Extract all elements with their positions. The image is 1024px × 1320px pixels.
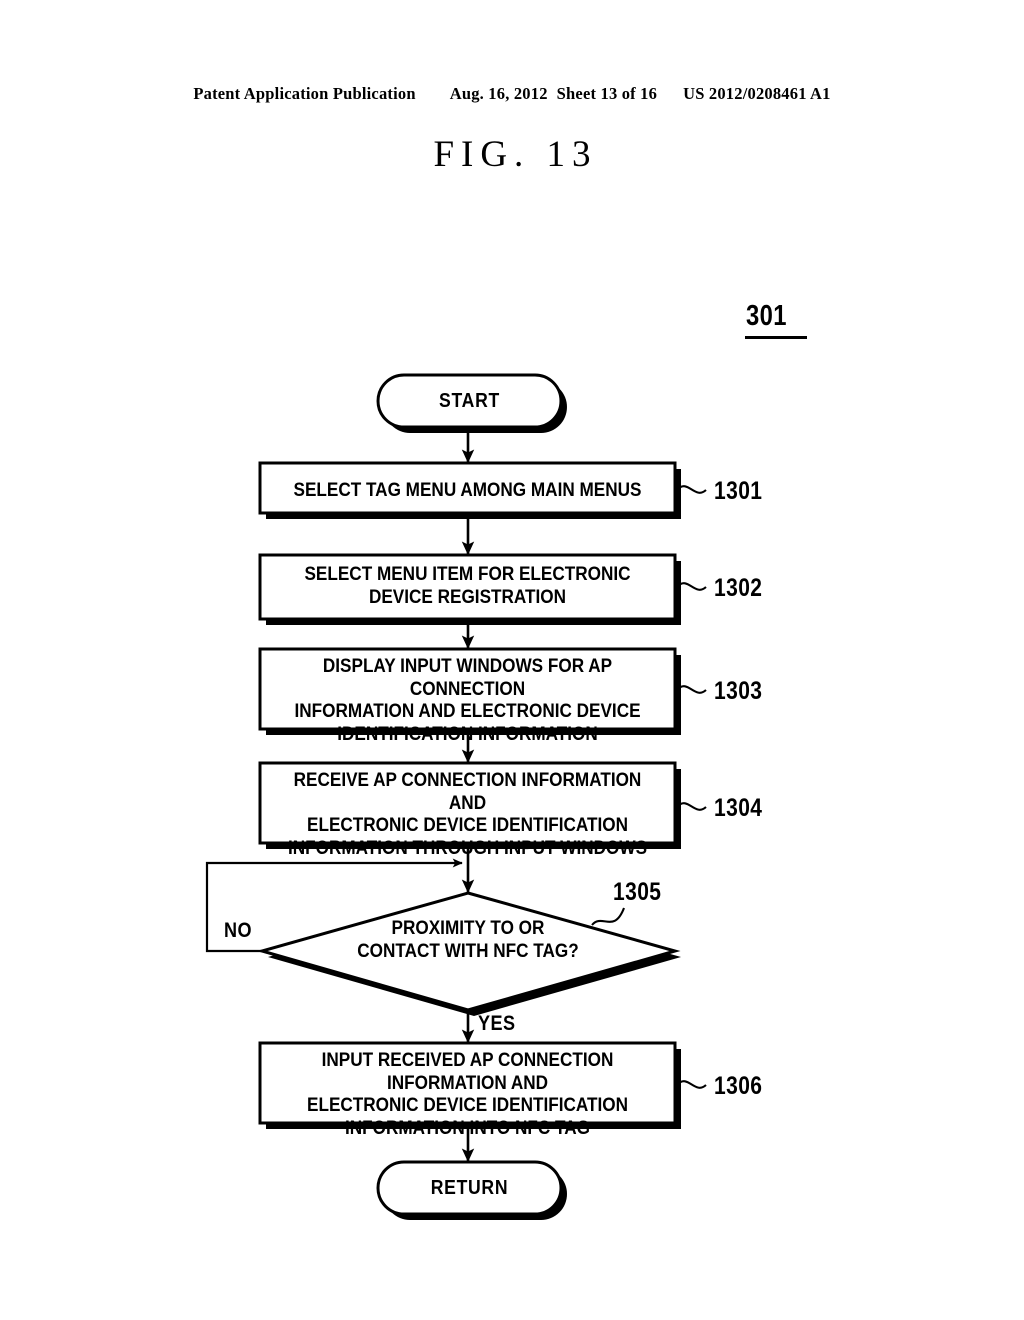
reference-number-1302: 1302 <box>714 574 763 602</box>
reference-number-1303: 1303 <box>714 677 763 705</box>
step-label-1304: RECEIVE AP CONNECTION INFORMATION AND EL… <box>287 769 648 859</box>
start-terminal-label: START <box>439 390 500 412</box>
branch-label-no: NO <box>224 919 252 942</box>
leader-1302 <box>677 582 707 591</box>
leader-1303 <box>677 685 707 694</box>
reference-number-1306: 1306 <box>714 1072 763 1100</box>
branch-label-yes: YES <box>478 1012 516 1035</box>
leader-1301 <box>677 485 707 494</box>
reference-number-1305: 1305 <box>613 878 662 906</box>
reference-number-1301: 1301 <box>714 477 763 505</box>
step-label-1301: SELECT TAG MENU AMONG MAIN MENUS <box>293 479 642 501</box>
step-label-1306: INPUT RECEIVED AP CONNECTION INFORMATION… <box>307 1049 628 1139</box>
flowchart-diagram: START SELECT TAG MENU AMONG MAIN MENUS S… <box>0 0 1024 1320</box>
reference-number-1304: 1304 <box>714 794 763 822</box>
leader-1306 <box>677 1080 707 1089</box>
leader-1304 <box>677 802 707 811</box>
decision-label-1305: PROXIMITY TO OR CONTACT WITH NFC TAG? <box>357 917 579 962</box>
step-label-1302: SELECT MENU ITEM FOR ELECTRONIC DEVICE R… <box>304 563 631 608</box>
return-terminal-label: RETURN <box>430 1177 509 1199</box>
step-label-1303: DISPLAY INPUT WINDOWS FOR AP CONNECTION … <box>294 655 641 745</box>
